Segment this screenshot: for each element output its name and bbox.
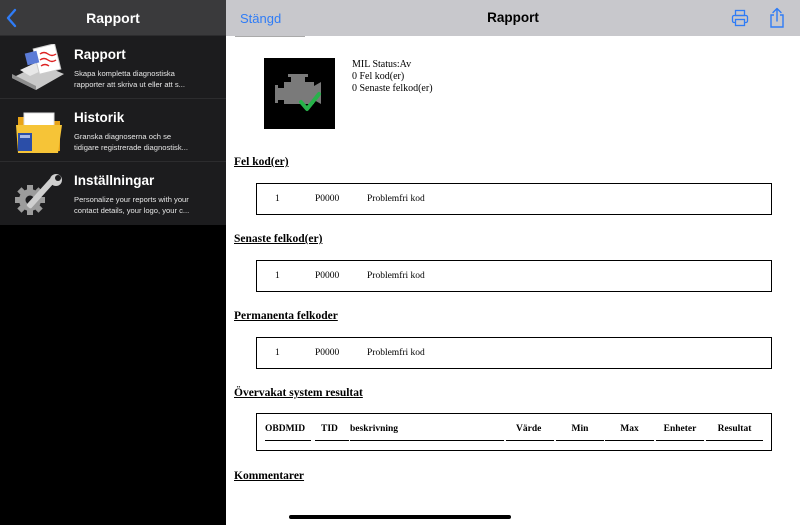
column-header: Min bbox=[556, 424, 604, 441]
menu-item-title: Historik bbox=[74, 110, 125, 125]
fault-code-count: 0 Fel kod(er) bbox=[352, 71, 405, 82]
report-title: Rapport bbox=[487, 10, 539, 25]
row-index: 1 bbox=[275, 271, 280, 281]
tools-gear-icon bbox=[15, 174, 62, 215]
section-heading: Fel kod(er) bbox=[234, 156, 289, 168]
section-heading: Övervakat system resultat bbox=[234, 387, 363, 399]
menu-item-subtitle: Personalize your reports with your conta… bbox=[74, 195, 190, 215]
row-index: 1 bbox=[275, 348, 280, 358]
row-index: 1 bbox=[275, 194, 280, 204]
mil-status-block: MIL Status:Av 0 Fel kod(er) 0 Senaste fe… bbox=[352, 59, 433, 95]
printer-icon[interactable] bbox=[731, 9, 749, 27]
section-heading: Permanenta felkoder bbox=[234, 310, 338, 322]
divider bbox=[235, 36, 305, 37]
menu-item-title: Rapport bbox=[74, 47, 126, 62]
folder-icon bbox=[16, 112, 62, 153]
report-document: MIL Status:Av 0 Fel kod(er) 0 Senaste fe… bbox=[226, 36, 800, 525]
recent-fault-count: 0 Senaste felkod(er) bbox=[352, 83, 433, 94]
menu-item-subtitle: Skapa kompletta diagnostiska rapporter a… bbox=[74, 69, 185, 89]
sidebar-item-rapport[interactable]: Rapport Skapa kompletta diagnostiska rap… bbox=[0, 36, 226, 99]
sidebar-menu: Rapport Skapa kompletta diagnostiska rap… bbox=[0, 36, 226, 225]
fault-code-table: 1 P0000 Problemfri kod bbox=[256, 183, 772, 215]
row-code: P0000 bbox=[315, 348, 340, 358]
menu-item-subtitle: Granska diagnoserna och se tidigare regi… bbox=[74, 132, 188, 152]
column-header: beskrivning bbox=[350, 424, 504, 441]
share-icon[interactable] bbox=[769, 7, 785, 29]
column-header: OBDMID bbox=[265, 424, 311, 441]
report-navbar: Stängd Rapport bbox=[226, 0, 800, 36]
monitor-results-table: OBDMID TID beskrivning Värde Min Max Enh… bbox=[256, 413, 772, 451]
menu-item-title: Inställningar bbox=[74, 173, 155, 188]
mil-status: MIL Status:Av bbox=[352, 59, 412, 70]
column-header: Värde bbox=[506, 424, 554, 441]
comments-heading: Kommentarer bbox=[234, 470, 305, 482]
permanent-fault-table: 1 P0000 Problemfri kod bbox=[256, 337, 772, 369]
row-code: P0000 bbox=[315, 194, 340, 204]
row-description: Problemfri kod bbox=[367, 348, 425, 358]
recent-fault-table: 1 P0000 Problemfri kod bbox=[256, 260, 772, 292]
engine-check-icon bbox=[264, 58, 335, 129]
row-description: Problemfri kod bbox=[367, 271, 425, 281]
sidebar-item-historik[interactable]: Historik Granska diagnoserna och se tidi… bbox=[0, 99, 226, 162]
section-heading: Senaste felkod(er) bbox=[234, 233, 323, 245]
sidebar-title: Rapport bbox=[86, 10, 140, 26]
sidebar-navbar: Rapport bbox=[0, 0, 226, 36]
report-pane: Stängd Rapport MIL Status:Av 0 Fel kod(e… bbox=[226, 0, 800, 525]
row-code: P0000 bbox=[315, 271, 340, 281]
row-description: Problemfri kod bbox=[367, 194, 425, 204]
column-header: Resultat bbox=[706, 424, 763, 441]
printer-report-icon bbox=[12, 44, 64, 90]
home-indicator[interactable] bbox=[289, 515, 511, 519]
column-header: Enheter bbox=[656, 424, 704, 441]
sidebar: Rapport Rapport Skapa kompletta diagnost… bbox=[0, 0, 226, 525]
sidebar-item-installningar[interactable]: Inställningar Personalize your reports w… bbox=[0, 162, 226, 225]
column-header: Max bbox=[605, 424, 654, 441]
column-header: TID bbox=[315, 424, 349, 441]
